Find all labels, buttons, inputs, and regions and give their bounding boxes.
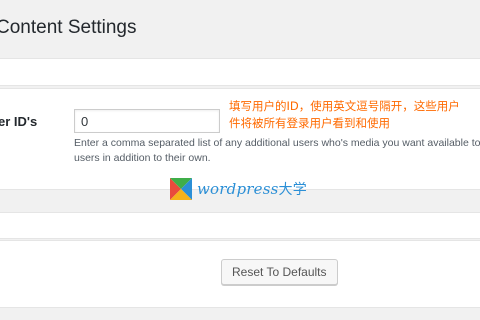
user-ids-label: er ID's — [0, 114, 38, 129]
settings-panel-strip — [0, 212, 480, 239]
watermark-text: wordpress大学 — [197, 179, 307, 199]
settings-panel-top — [0, 58, 480, 86]
reset-to-defaults-button[interactable]: Reset To Defaults — [221, 259, 338, 285]
wordpress-daxue-watermark: wordpress大学 — [170, 177, 307, 201]
wordpress-daxue-logo-icon — [170, 178, 192, 200]
watermark-wordpress: wordpress — [197, 180, 279, 198]
user-ids-description: Enter a comma separated list of any addi… — [74, 137, 480, 164]
annotation-line-2: 件将被所有登录用户看到和使用 — [229, 116, 390, 130]
annotation-overlay: 填写用户的ID，使用英文逗号隔开，这些用户 件将被所有登录用户看到和使用 — [229, 98, 480, 132]
annotation-line-1: 填写用户的ID，使用英文逗号隔开，这些用户 — [229, 99, 460, 113]
page-title: Content Settings — [0, 16, 137, 38]
user-ids-input[interactable] — [74, 109, 220, 133]
watermark-cn: 大学 — [278, 182, 307, 198]
